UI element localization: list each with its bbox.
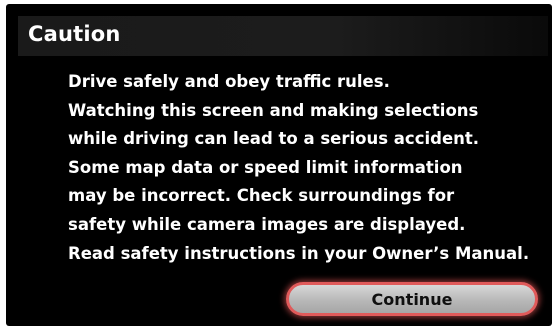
message-line: safety while camera images are displayed… xyxy=(68,214,466,234)
title-bar: Caution xyxy=(18,16,548,56)
caution-screen: Caution Drive safely and obey traffic ru… xyxy=(6,4,552,326)
dialog-title: Caution xyxy=(28,22,121,46)
message-line: Drive safely and obey traffic rules. xyxy=(68,72,390,91)
continue-button-label: Continue xyxy=(371,289,453,309)
continue-button[interactable]: Continue xyxy=(286,282,538,316)
message-line: Watching this screen and making selectio… xyxy=(68,100,479,120)
message-line: Read safety instructions in your Owner’s… xyxy=(68,243,530,263)
message-line: may be incorrect. Check surroundings for xyxy=(68,186,455,206)
caution-message: Drive safely and obey traffic rules. Wat… xyxy=(68,68,538,268)
message-line: Some map data or speed limit information xyxy=(68,157,463,177)
message-line: while driving can lead to a serious acci… xyxy=(68,129,480,149)
